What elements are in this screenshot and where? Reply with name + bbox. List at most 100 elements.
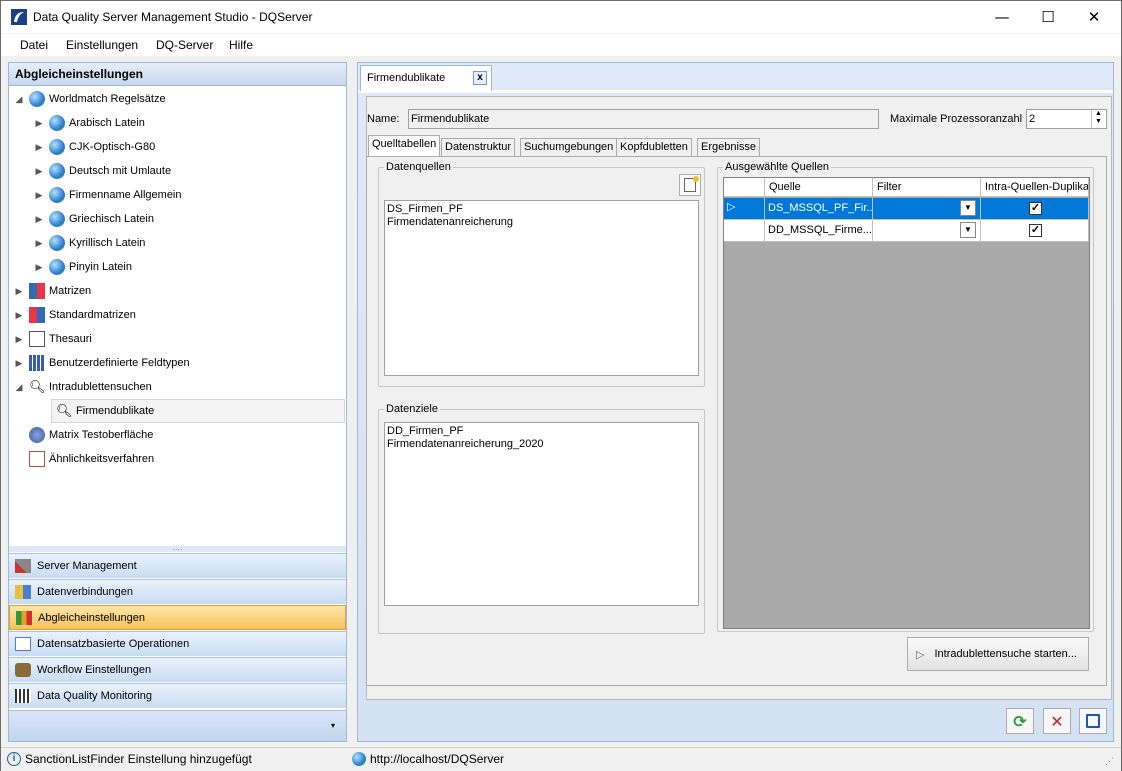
tree-item-matrix-test[interactable]: Matrix Testoberfläche — [13, 423, 343, 447]
cell-quelle[interactable]: DD_MSSQL_Firme... — [765, 220, 873, 242]
document-tab[interactable]: Firmendublikate x — [360, 65, 492, 91]
tree-item-worldmatch[interactable]: ◢ Worldmatch Regelsätze — [13, 87, 343, 111]
max-processors-label: Maximale Prozessoranzahl — [890, 113, 1023, 125]
menu-dq-server[interactable]: DQ-Server — [156, 38, 213, 52]
grid-corner — [724, 178, 765, 197]
close-tab-icon[interactable]: x — [473, 71, 487, 85]
menu-hilfe[interactable]: Hilfe — [229, 38, 253, 52]
nav-label: Workflow Einstellungen — [37, 664, 152, 676]
tree-item-child[interactable]: ▶ Griechisch Latein — [13, 207, 343, 231]
tab-quelltabellen[interactable]: Quelltabellen — [368, 135, 441, 157]
tree-item-thesauri[interactable]: ▶ Thesauri — [13, 327, 343, 351]
collapsed-arrow-icon[interactable]: ▶ — [13, 358, 25, 369]
collapsed-arrow-icon[interactable]: ▶ — [33, 238, 45, 249]
wrench-icon — [15, 559, 31, 573]
tab-suchumgebungen[interactable]: Suchumgebungen — [520, 138, 618, 157]
table-row[interactable]: DD_MSSQL_Firme... ▼ ✓ — [724, 220, 1089, 242]
chevron-down-icon[interactable]: ▾ — [331, 721, 335, 730]
spinner-arrows-icon[interactable]: ▲ ▼ — [1091, 110, 1105, 128]
globe-icon — [49, 259, 65, 275]
save-button[interactable] — [1079, 708, 1107, 734]
table-row[interactable]: ▷ DS_MSSQL_PF_Fir... ▼ ✓ — [724, 198, 1089, 220]
checkbox-checked[interactable]: ✓ — [1029, 202, 1042, 215]
new-source-button[interactable] — [679, 174, 701, 196]
dropdown-arrow-icon[interactable]: ▼ — [960, 200, 976, 216]
expanded-arrow-icon[interactable]: ◢ — [13, 94, 25, 105]
collapsed-arrow-icon[interactable]: ▶ — [33, 118, 45, 129]
tree-item-child[interactable]: ▶ Arabisch Latein — [13, 111, 343, 135]
tree-label: Arabisch Latein — [69, 117, 145, 129]
maximize-button[interactable]: ☐ — [1025, 1, 1071, 33]
cancel-button[interactable]: ✕ — [1043, 708, 1071, 734]
tree-label: Firmenname Allgemein — [69, 189, 182, 201]
tree-item-child[interactable]: ▶ Kyrillisch Latein — [13, 231, 343, 255]
nav-data-quality-monitoring[interactable]: Data Quality Monitoring — [9, 683, 346, 708]
tab-datenstruktur[interactable]: Datenstruktur — [441, 138, 516, 157]
tree-item-aehnlichkeit[interactable]: Ähnlichkeitsverfahren — [13, 447, 343, 471]
list-item[interactable]: Firmendatenanreicherung — [387, 216, 696, 229]
name-field[interactable]: Firmendublikate — [408, 109, 879, 129]
column-header-quelle[interactable]: Quelle — [765, 178, 873, 197]
nav-server-management[interactable]: Server Management — [9, 553, 346, 578]
datenquellen-list[interactable]: DS_Firmen_PF Firmendatenanreicherung — [384, 200, 699, 376]
tree-item-feldtypen[interactable]: ▶ Benutzerdefinierte Feldtypen — [13, 351, 343, 375]
tab-kopfdubletten[interactable]: Kopfdubletten — [616, 138, 692, 157]
globe-icon — [49, 211, 65, 227]
tree-label: Pinyin Latein — [69, 261, 132, 273]
nav-datenverbindungen[interactable]: Datenverbindungen — [9, 579, 346, 604]
cell-quelle[interactable]: DS_MSSQL_PF_Fir... — [765, 198, 873, 220]
window-title: Data Quality Server Management Studio - … — [33, 10, 313, 24]
cell-intra-quellen[interactable]: ✓ — [981, 198, 1089, 220]
panel-splitter[interactable]: ‥‥ — [9, 544, 346, 552]
book-icon — [29, 331, 45, 347]
tree-item-child[interactable]: ▶ Pinyin Latein — [13, 255, 343, 279]
list-item[interactable]: DD_Firmen_PF — [387, 425, 696, 438]
datenziele-list[interactable]: DD_Firmen_PF Firmendatenanreicherung_202… — [384, 422, 699, 606]
expanded-arrow-icon[interactable]: ◢ — [13, 382, 25, 393]
tree-item-standardmatrizen[interactable]: ▶ Standardmatrizen — [13, 303, 343, 327]
collapsed-arrow-icon[interactable]: ▶ — [33, 214, 45, 225]
tree-label: Intradublettensuchen — [49, 381, 152, 393]
collapsed-arrow-icon[interactable]: ▶ — [13, 286, 25, 297]
dropdown-arrow-icon[interactable]: ▼ — [960, 222, 976, 238]
minimize-button[interactable]: — — [979, 1, 1025, 33]
tree-item-child[interactable]: ▶ Deutsch mit Umlaute — [13, 159, 343, 183]
collapsed-arrow-icon[interactable]: ▶ — [13, 334, 25, 345]
nav-datensatzbasierte-operationen[interactable]: Datensatzbasierte Operationen — [9, 631, 346, 656]
tree-item-child[interactable]: ▶ CJK-Optisch-G80 — [13, 135, 343, 159]
column-header-intra-quellen[interactable]: Intra-Quellen-Duplikate — [981, 178, 1089, 197]
collapsed-arrow-icon[interactable]: ▶ — [13, 310, 25, 321]
menu-datei[interactable]: Datei — [20, 38, 48, 52]
tree-item-matrizen[interactable]: ▶ Matrizen — [13, 279, 343, 303]
row-header[interactable]: ▷ — [724, 198, 765, 220]
collapsed-arrow-icon[interactable]: ▶ — [33, 142, 45, 153]
resize-grip-icon[interactable]: ⋰ — [1105, 756, 1114, 767]
max-processors-spinner[interactable]: 2 ▲ ▼ — [1026, 109, 1107, 129]
list-item[interactable]: DS_Firmen_PF — [387, 203, 696, 216]
server-url: http://localhost/DQServer — [370, 752, 505, 766]
row-header[interactable] — [724, 220, 765, 242]
column-header-filter[interactable]: Filter — [873, 178, 981, 197]
cell-intra-quellen[interactable]: ✓ — [981, 220, 1089, 242]
cell-filter[interactable]: ▼ — [873, 220, 981, 242]
list-item[interactable]: Firmendatenanreicherung_2020 — [387, 438, 696, 451]
sources-grid[interactable]: Quelle Filter Intra-Quellen-Duplikate ▷ … — [723, 177, 1090, 629]
tree-item-child[interactable]: ▶ Firmenname Allgemein — [13, 183, 343, 207]
records-icon — [15, 637, 31, 651]
collapsed-arrow-icon[interactable]: ▶ — [33, 166, 45, 177]
cell-filter[interactable]: ▼ — [873, 198, 981, 220]
tree-item-intradubletten[interactable]: ◢ 🔍︎ Intradublettensuchen — [13, 375, 343, 399]
checkbox-checked[interactable]: ✓ — [1029, 224, 1042, 237]
tab-ergebnisse[interactable]: Ergebnisse — [697, 138, 761, 157]
collapsed-arrow-icon[interactable]: ▶ — [33, 262, 45, 273]
start-intradublettensuche-button[interactable]: ▷ Intradublettensuche starten... — [907, 637, 1089, 671]
menu-einstellungen[interactable]: Einstellungen — [66, 38, 138, 52]
nav-workflow-einstellungen[interactable]: Workflow Einstellungen — [9, 657, 346, 682]
close-button[interactable]: ✕ — [1071, 1, 1117, 33]
nav-abgleicheinstellungen[interactable]: Abgleicheinstellungen — [9, 605, 346, 630]
nav-label: Datensatzbasierte Operationen — [37, 638, 190, 650]
collapsed-arrow-icon[interactable]: ▶ — [33, 190, 45, 201]
refresh-button[interactable]: ⟳ — [1006, 708, 1034, 734]
tree-item-firmendublikate[interactable]: 🔍︎ Firmendublikate — [51, 399, 345, 423]
tree-label: Worldmatch Regelsätze — [49, 93, 166, 105]
